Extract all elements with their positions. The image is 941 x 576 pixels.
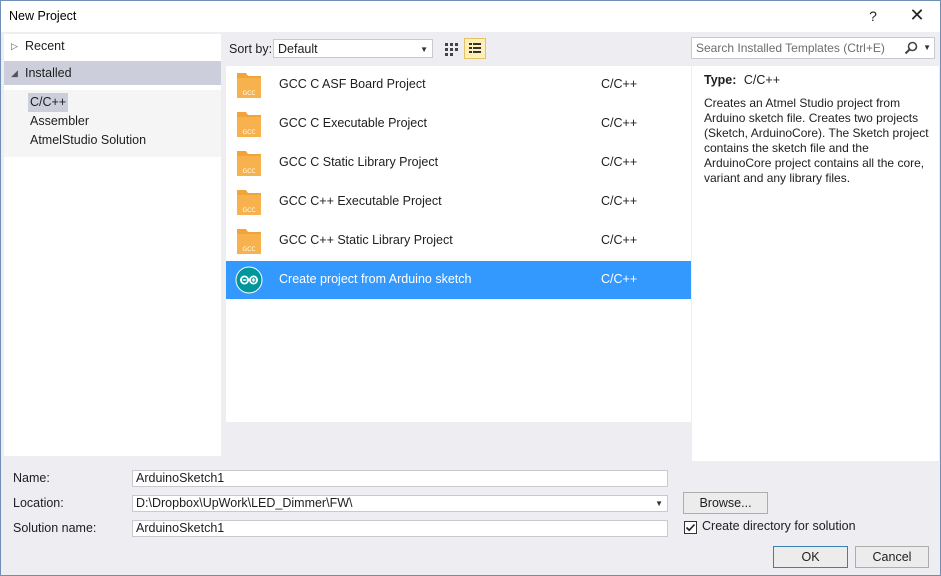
template-name: GCC C Static Library Project: [279, 155, 439, 169]
grid-view-icon: [445, 43, 458, 56]
collapse-arrow-icon[interactable]: ◢: [11, 61, 21, 85]
gcc-badge: GCC: [242, 129, 255, 136]
gcc-icon: GCC: [237, 190, 261, 215]
help-button[interactable]: ?: [859, 4, 887, 28]
list-view-icon: [469, 43, 481, 53]
template-type: Type: C/C++: [704, 73, 780, 87]
template-list: GCC GCC C ASF Board Project C/C++ GCC GC…: [226, 66, 691, 422]
template-language: C/C++: [601, 233, 638, 247]
template-name: GCC C++ Static Library Project: [279, 233, 453, 247]
category-cpp[interactable]: C/C++: [28, 93, 69, 112]
installed-category-list: C/C++ Assembler AtmelStudio Solution: [4, 90, 221, 157]
location-value: D:\Dropbox\UpWork\LED_Dimmer\FW\: [136, 496, 353, 510]
search-templates-input[interactable]: Search Installed Templates (Ctrl+E) ▼: [691, 37, 935, 59]
search-icon[interactable]: [904, 41, 918, 55]
template-language: C/C++: [601, 77, 638, 91]
type-value: C/C++: [743, 73, 781, 87]
template-gcc-cpp-static-library[interactable]: GCC GCC C++ Static Library Project C/C++: [226, 222, 691, 260]
gcc-icon: GCC: [237, 229, 261, 254]
name-label: Name:: [13, 471, 50, 485]
location-combo[interactable]: D:\Dropbox\UpWork\LED_Dimmer\FW\ ▼: [132, 495, 668, 512]
create-directory-checkbox[interactable]: [684, 521, 697, 534]
template-language: C/C++: [601, 155, 638, 169]
dropdown-arrow-icon[interactable]: ▼: [655, 496, 663, 511]
create-directory-label[interactable]: Create directory for solution: [702, 519, 856, 533]
checkmark-icon: [685, 523, 696, 532]
tree-item-installed[interactable]: ◢ Installed: [4, 61, 221, 85]
new-project-dialog: New Project ? ✕ ▷ Recent ◢ Installed C/C…: [0, 0, 941, 576]
template-arduino-sketch[interactable]: Create project from Arduino sketch C/C++: [226, 261, 691, 299]
sort-by-dropdown[interactable]: Default ▼: [273, 39, 433, 58]
solution-name-value: ArduinoSketch1: [136, 521, 225, 535]
tree-item-recent[interactable]: ▷ Recent: [4, 34, 221, 58]
tree-item-label: Recent: [25, 39, 65, 53]
dialog-title: New Project: [9, 9, 77, 23]
template-language: C/C++: [601, 272, 638, 286]
solution-name-field[interactable]: ArduinoSketch1: [132, 520, 668, 537]
sort-by-label: Sort by:: [229, 42, 273, 56]
gcc-icon: GCC: [237, 73, 261, 98]
tree-item-label: Installed: [25, 66, 72, 80]
gcc-badge: GCC: [242, 168, 255, 175]
template-gcc-cpp-executable[interactable]: GCC GCC C++ Executable Project C/C++: [226, 183, 691, 221]
category-atmelstudio-solution[interactable]: AtmelStudio Solution: [28, 131, 148, 150]
location-label: Location:: [13, 496, 64, 510]
gcc-badge: GCC: [242, 90, 255, 97]
search-placeholder: Search Installed Templates (Ctrl+E): [696, 41, 885, 55]
template-name: GCC C Executable Project: [279, 116, 427, 130]
gcc-badge: GCC: [242, 207, 255, 214]
template-language: C/C++: [601, 194, 638, 208]
dropdown-arrow-icon: ▼: [420, 45, 428, 54]
cancel-button[interactable]: Cancel: [855, 546, 929, 568]
sort-by-value: Default: [278, 42, 318, 56]
template-language: C/C++: [601, 116, 638, 130]
template-gcc-c-asf-board[interactable]: GCC GCC C ASF Board Project C/C++: [226, 66, 691, 104]
title-bar: New Project ? ✕: [1, 1, 940, 32]
template-name: Create project from Arduino sketch: [279, 272, 472, 286]
medium-icons-view-button[interactable]: [464, 38, 486, 59]
arduino-icon: [235, 266, 263, 294]
search-options-arrow-icon[interactable]: ▼: [923, 38, 931, 58]
template-gcc-c-static-library[interactable]: GCC GCC C Static Library Project C/C++: [226, 144, 691, 182]
project-name-value: ArduinoSketch1: [136, 471, 225, 485]
solution-name-label: Solution name:: [13, 521, 97, 535]
type-label: Type:: [704, 73, 737, 87]
template-name: GCC C++ Executable Project: [279, 194, 442, 208]
gcc-icon: GCC: [237, 112, 261, 137]
close-button[interactable]: ✕: [903, 4, 931, 28]
browse-button[interactable]: Browse...: [683, 492, 768, 514]
ok-button[interactable]: OK: [773, 546, 848, 568]
gcc-icon: GCC: [237, 151, 261, 176]
template-category-tree: ▷ Recent ◢ Installed C/C++ Assembler Atm…: [4, 34, 221, 456]
gcc-badge: GCC: [242, 246, 255, 253]
category-assembler[interactable]: Assembler: [28, 112, 91, 131]
template-details-panel: Type: C/C++ Creates an Atmel Studio proj…: [692, 66, 939, 461]
small-icons-view-button[interactable]: [440, 38, 462, 59]
project-name-field[interactable]: ArduinoSketch1: [132, 470, 668, 487]
template-description: Creates an Atmel Studio project from Ard…: [704, 96, 929, 185]
template-gcc-c-executable[interactable]: GCC GCC C Executable Project C/C++: [226, 105, 691, 143]
template-name: GCC C ASF Board Project: [279, 77, 426, 91]
expand-arrow-icon[interactable]: ▷: [11, 34, 21, 58]
